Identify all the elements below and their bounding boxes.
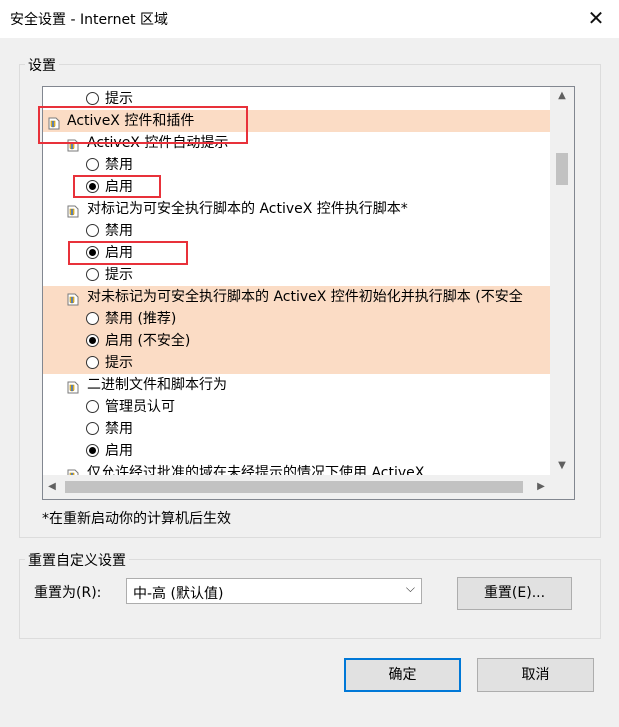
radio-option[interactable]: 启用: [43, 176, 550, 198]
radio-option[interactable]: 管理员认可: [43, 396, 550, 418]
setting-item: 二进制文件和脚本行为: [43, 374, 550, 396]
reset-level-value: 中-高 (默认值): [133, 586, 224, 602]
scroll-corner: [550, 475, 574, 499]
settings-group-label: 设置: [25, 55, 59, 75]
setting-item: ActiveX 控件自动提示: [43, 132, 550, 154]
scroll-down-icon[interactable]: ▼: [550, 457, 574, 475]
row-label: 提示: [105, 91, 133, 107]
row-label: 管理员认可: [105, 399, 175, 415]
settings-rows: 提示 ActiveX 控件和插件 ActiveX 控件自动提示 禁用 启用 对标记为可安全…: [43, 87, 550, 475]
radio-checked-icon[interactable]: [86, 444, 99, 457]
row-label: 启用 (不安全): [105, 333, 191, 349]
radio-option[interactable]: 禁用: [43, 220, 550, 242]
row-label: 禁用 (推荐): [105, 311, 177, 327]
vertical-scroll-thumb[interactable]: [556, 153, 568, 185]
chevron-down-icon: ⌵: [405, 581, 415, 595]
category-header: ActiveX 控件和插件: [43, 110, 550, 132]
row-label: 对标记为可安全执行脚本的 ActiveX 控件执行脚本*: [87, 201, 408, 217]
scroll-left-icon[interactable]: ◀: [43, 475, 61, 499]
radio-unchecked-icon[interactable]: [86, 422, 99, 435]
settings-page-icon: [67, 137, 79, 152]
radio-option[interactable]: 启用 (不安全): [43, 330, 550, 352]
row-label: 提示: [105, 267, 133, 283]
settings-page-icon: [48, 115, 60, 130]
settings-page-icon: [67, 203, 79, 218]
radio-checked-icon[interactable]: [86, 246, 99, 259]
row-label: 启用: [105, 245, 133, 261]
restart-note: *在重新启动你的计算机后生效: [42, 511, 231, 527]
radio-unchecked-icon[interactable]: [86, 92, 99, 105]
row-label: 禁用: [105, 157, 133, 173]
cancel-button[interactable]: 取消: [477, 658, 594, 692]
settings-page-icon: [67, 291, 79, 306]
setting-item: 对未标记为可安全执行脚本的 ActiveX 控件初始化并执行脚本 (不安全: [43, 286, 550, 308]
reset-level-select[interactable]: 中-高 (默认值) ⌵: [126, 578, 422, 604]
radio-option[interactable]: 禁用 (推荐): [43, 308, 550, 330]
setting-item: 仅允许经过批准的域在未经提示的情况下使用 ActiveX: [43, 462, 550, 475]
horizontal-scrollbar[interactable]: ◀ ▶: [43, 475, 550, 499]
radio-unchecked-icon[interactable]: [86, 158, 99, 171]
horizontal-scroll-thumb[interactable]: [65, 481, 523, 493]
row-label: 禁用: [105, 223, 133, 239]
radio-checked-icon[interactable]: [86, 334, 99, 347]
row-label: 对未标记为可安全执行脚本的 ActiveX 控件初始化并执行脚本 (不安全: [87, 289, 523, 305]
row-label: 启用: [105, 443, 133, 459]
row-label: 二进制文件和脚本行为: [87, 377, 227, 393]
radio-checked-icon[interactable]: [86, 180, 99, 193]
row-label: 启用: [105, 179, 133, 195]
settings-page-icon: [67, 467, 79, 475]
row-label: 禁用: [105, 421, 133, 437]
radio-option[interactable]: 提示: [43, 264, 550, 286]
vertical-scrollbar[interactable]: ▲ ▼: [550, 87, 574, 475]
reset-to-label: 重置为(R):: [34, 585, 102, 601]
radio-unchecked-icon[interactable]: [86, 400, 99, 413]
radio-unchecked-icon[interactable]: [86, 312, 99, 325]
row-label: 仅允许经过批准的域在未经提示的情况下使用 ActiveX: [87, 465, 425, 475]
settings-tree[interactable]: 提示 ActiveX 控件和插件 ActiveX 控件自动提示 禁用 启用 对标记为可安全…: [42, 86, 575, 500]
reset-group-label: 重置自定义设置: [25, 550, 129, 570]
radio-unchecked-icon[interactable]: [86, 356, 99, 369]
radio-option[interactable]: 启用: [43, 440, 550, 462]
settings-page-icon: [67, 379, 79, 394]
title-bar: 安全设置 - Internet 区域 ✕: [0, 0, 619, 38]
radio-unchecked-icon[interactable]: [86, 224, 99, 237]
close-icon[interactable]: ✕: [573, 0, 619, 38]
radio-option[interactable]: 禁用: [43, 418, 550, 440]
radio-option[interactable]: 提示: [43, 88, 550, 110]
radio-option[interactable]: 启用: [43, 242, 550, 264]
radio-option[interactable]: 禁用: [43, 154, 550, 176]
window-title: 安全设置 - Internet 区域: [10, 12, 168, 28]
radio-unchecked-icon[interactable]: [86, 268, 99, 281]
row-label: 提示: [105, 355, 133, 371]
ok-button[interactable]: 确定: [344, 658, 461, 692]
scroll-up-icon[interactable]: ▲: [550, 87, 574, 105]
scroll-right-icon[interactable]: ▶: [532, 475, 550, 499]
radio-option[interactable]: 提示: [43, 352, 550, 374]
setting-item: 对标记为可安全执行脚本的 ActiveX 控件执行脚本*: [43, 198, 550, 220]
reset-button[interactable]: 重置(E)...: [457, 577, 572, 610]
row-label: ActiveX 控件自动提示: [87, 135, 229, 151]
row-label: ActiveX 控件和插件: [67, 113, 195, 129]
